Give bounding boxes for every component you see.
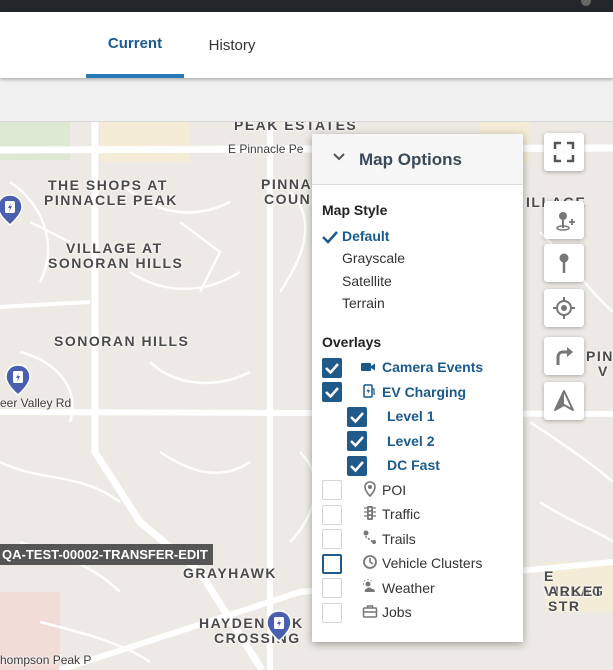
street-deer-valley: eer Valley Rd — [0, 396, 72, 410]
navigation-arrow-icon — [554, 390, 574, 411]
map-options-panel: Map Options Map Style Default Grayscale … — [312, 134, 523, 642]
user-avatar[interactable] — [581, 0, 591, 6]
checkbox-trails[interactable] — [322, 529, 342, 549]
checkbox-level-2[interactable] — [347, 431, 367, 451]
checkmark-icon — [350, 436, 364, 448]
checkmark-icon — [325, 387, 339, 399]
map-style-satellite[interactable]: Satellite — [342, 273, 392, 289]
fullscreen-icon — [553, 141, 575, 163]
tab-bar: Current History — [0, 12, 613, 78]
checkbox-dc-fast[interactable] — [347, 456, 367, 476]
place-village-line2: SONORAN HILLS — [48, 255, 184, 271]
place-pinnacle-line2: COUN — [264, 191, 312, 207]
overlay-camera-events-label[interactable]: Camera Events — [382, 359, 483, 375]
filter-bar — [0, 78, 613, 122]
checkbox-poi[interactable] — [322, 480, 342, 500]
place-sonoran-hills: SONORAN HILLS — [54, 333, 190, 349]
checkmark-icon — [350, 412, 364, 424]
place-pinnacle-line1: PINNA — [261, 176, 313, 192]
place-village-line1: VILLAGE AT — [66, 240, 163, 256]
place-v-right: V — [598, 363, 609, 379]
add-location-icon — [556, 212, 575, 231]
pin-icon — [559, 253, 569, 273]
checkbox-camera-events[interactable] — [322, 358, 342, 378]
checkbox-weather[interactable] — [322, 578, 342, 598]
overlay-traffic-label[interactable]: Traffic — [382, 506, 420, 522]
tab-current[interactable]: Current — [86, 12, 184, 78]
directions-button[interactable] — [544, 337, 584, 375]
chevron-down-icon[interactable] — [332, 152, 346, 162]
traffic-light-icon — [364, 506, 376, 520]
briefcase-icon — [362, 605, 378, 618]
app-top-bar — [0, 0, 613, 12]
overlay-weather-label[interactable]: Weather — [382, 580, 435, 596]
place-peak-estates: PEAK ESTATES — [234, 122, 358, 133]
street-pinnacle-peak: E Pinnacle Pe — [228, 142, 304, 156]
checkmark-icon — [350, 461, 364, 473]
checkbox-traffic[interactable] — [322, 505, 342, 525]
overlay-ev-charging-label[interactable]: EV Charging — [382, 384, 466, 400]
place-shops-line2: PINNACLE PEAK — [44, 192, 178, 208]
checkbox-vehicle-clusters[interactable] — [322, 554, 342, 574]
overlay-trails-label[interactable]: Trails — [382, 531, 416, 547]
overlay-jobs-label[interactable]: Jobs — [382, 604, 412, 620]
tab-history[interactable]: History — [192, 12, 272, 78]
overlay-vehicle-clusters-label[interactable]: Vehicle Clusters — [382, 555, 482, 571]
ev-charger-pin[interactable] — [266, 610, 292, 642]
locate-button[interactable] — [544, 289, 584, 327]
checkmark-icon — [322, 231, 338, 244]
crosshair-icon — [553, 297, 575, 319]
turn-right-icon — [556, 347, 573, 365]
ev-charger-pin[interactable] — [5, 364, 31, 396]
street-thompson-peak: hompson Peak P — [0, 653, 92, 667]
checkbox-ev-charging[interactable] — [322, 382, 342, 402]
vehicle-label[interactable]: QA-TEST-00002-TRANSFER-EDIT — [0, 544, 213, 565]
ev-charger-pin[interactable] — [0, 194, 23, 226]
overlay-dc-fast-label[interactable]: DC Fast — [387, 457, 440, 473]
vehicle-clusters-icon — [363, 555, 377, 569]
place-pin-right: PIN — [586, 348, 613, 364]
place-shops-line1: THE SHOPS AT — [48, 177, 168, 193]
checkbox-level-1[interactable] — [347, 407, 367, 427]
camera-icon — [361, 363, 375, 371]
overlay-level-1-label[interactable]: Level 1 — [387, 408, 434, 424]
place-grayhawk: GRAYHAWK — [183, 565, 277, 581]
compass-button[interactable] — [544, 382, 584, 420]
place-hayden-partial: K — [292, 615, 304, 631]
overlay-level-2-label[interactable]: Level 2 — [387, 433, 434, 449]
map-canvas[interactable]: PEAK ESTATES E Pinnacle Pe THE SHOPS AT … — [0, 122, 613, 670]
checkbox-jobs[interactable] — [322, 603, 342, 623]
weather-icon — [363, 579, 375, 592]
map-style-grayscale[interactable]: Grayscale — [342, 250, 405, 266]
ev-charging-icon — [363, 384, 375, 398]
map-style-default[interactable]: Default — [342, 228, 389, 244]
drop-pin-button[interactable] — [544, 244, 584, 282]
fullscreen-button[interactable] — [544, 133, 584, 171]
add-location-button[interactable] — [544, 201, 584, 239]
place-hayden-line1: HAYDEN — [199, 615, 266, 631]
map-style-heading: Map Style — [322, 202, 388, 218]
trails-icon — [363, 530, 376, 544]
overlays-heading: Overlays — [322, 334, 382, 350]
map-options-header[interactable]: Map Options — [312, 134, 523, 185]
map-style-terrain[interactable]: Terrain — [342, 295, 385, 311]
overlay-poi-label[interactable]: POI — [382, 482, 406, 498]
place-village-right-line2: ARKET STR — [548, 583, 604, 614]
checkmark-icon — [325, 363, 339, 375]
map-options-title: Map Options — [359, 150, 462, 169]
map-pin-icon — [364, 481, 376, 497]
